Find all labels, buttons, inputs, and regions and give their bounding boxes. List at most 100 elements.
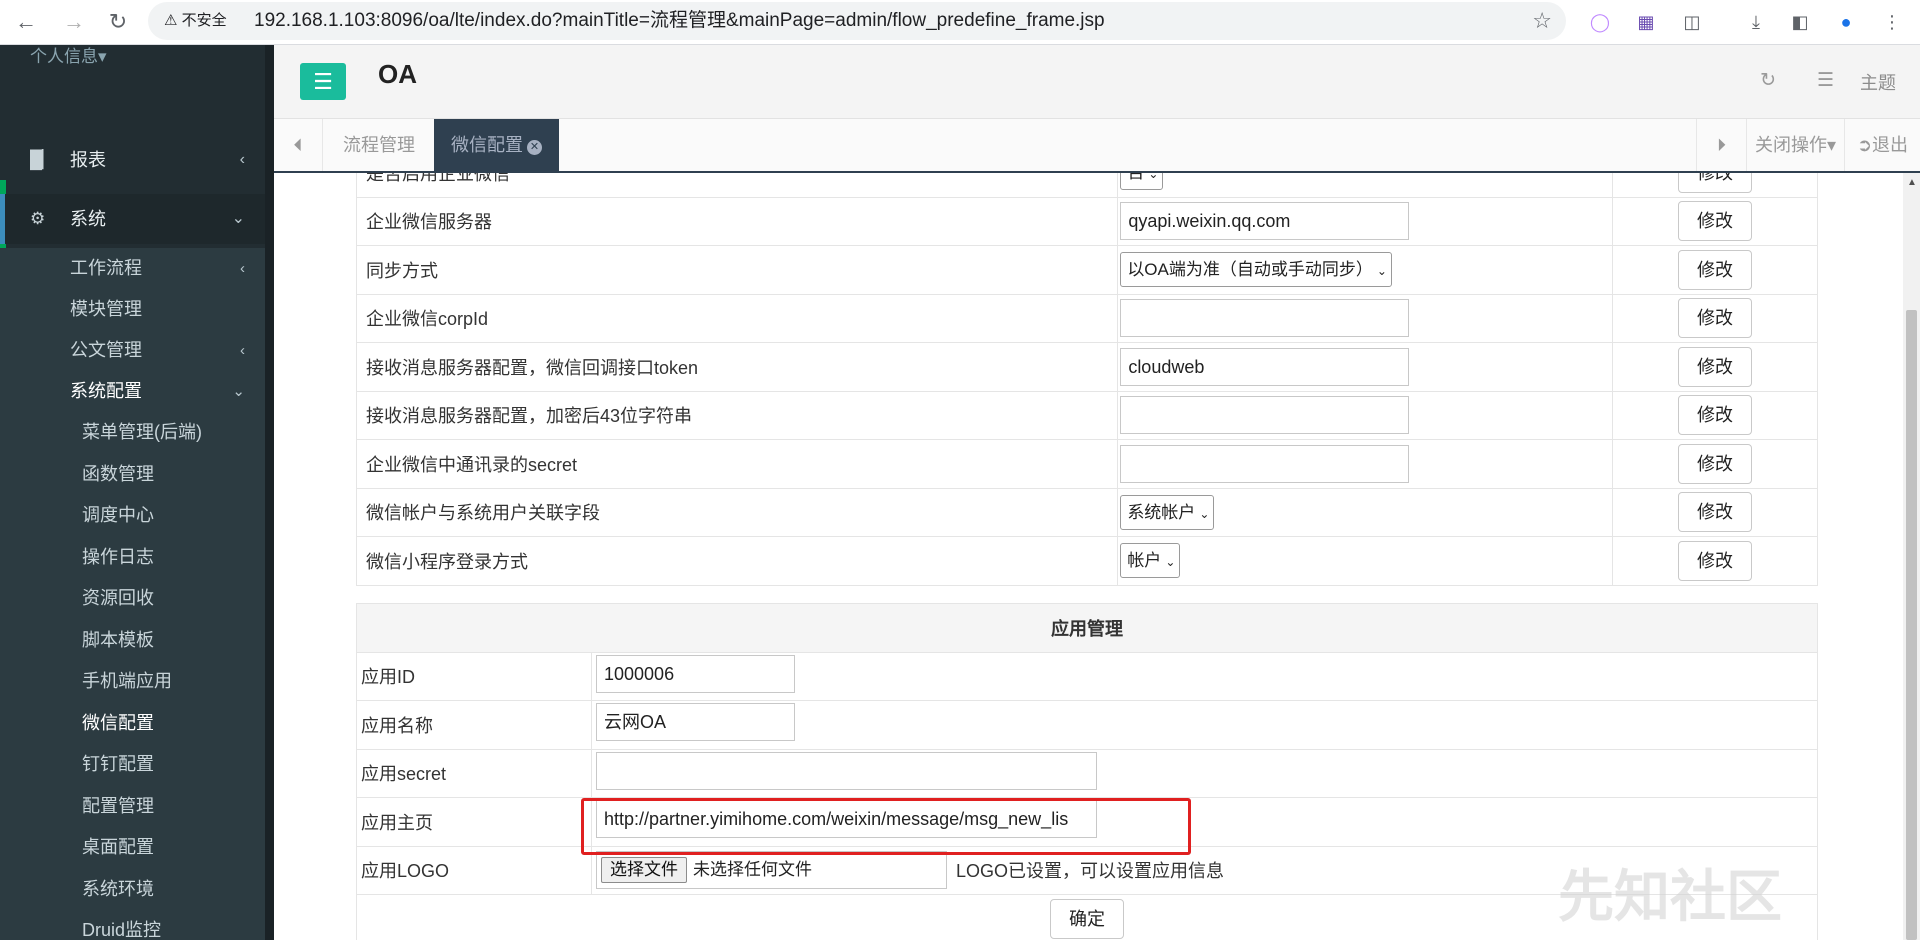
chevron-down-icon: ⌄	[231, 210, 245, 227]
tab-bar: ⏴ 流程管理 微信配置 ✕ ⏵ 关闭操作▾ ➲退出	[274, 119, 1920, 173]
app-name-field[interactable]: 云网OA	[596, 703, 795, 742]
sidebar-item-menu-mgmt[interactable]: 菜单管理(后端)	[0, 412, 265, 454]
refresh-icon[interactable]: ↻	[1760, 69, 1776, 92]
modify-button[interactable]: 修改	[1678, 201, 1753, 242]
sidebar-item-environment[interactable]: 系统环境	[0, 868, 265, 910]
back-icon[interactable]: ←	[10, 6, 42, 38]
choose-file-button[interactable]: 选择文件	[601, 857, 687, 884]
config-value-field[interactable]	[1120, 444, 1410, 483]
sidebar-item-system[interactable]: ⚙ 系统 ⌄	[0, 194, 265, 244]
sidebar: 个人信息▾ █▏ 报表 ‹ ⚙ 系统 ⌄ 工作流程 ‹ 模块管理 公文管理 ‹ 系统…	[0, 45, 274, 940]
watermark: 先知社区	[1558, 865, 1782, 928]
forward-icon[interactable]: →	[58, 6, 90, 38]
browser-menu-icon[interactable]: ⋮	[1876, 6, 1908, 38]
chevron-down-icon: ⌄	[1376, 264, 1387, 279]
side-panel-icon[interactable]: ◧	[1784, 6, 1816, 38]
profile-avatar-icon[interactable]: ●	[1830, 6, 1862, 38]
download-icon[interactable]: ⤓	[1740, 6, 1772, 38]
sidebar-scrollbar[interactable]	[265, 45, 274, 940]
sidebar-item-wechat[interactable]: 微信配置	[0, 702, 265, 744]
scroll-up-icon[interactable]: ▲	[1907, 177, 1917, 188]
tab-scroll-right-icon[interactable]: ⏵	[1696, 119, 1746, 171]
sidebar-item-mobile[interactable]: 手机端应用	[0, 661, 265, 703]
select-value: 帐户	[1127, 551, 1162, 571]
gears-icon: ⚙	[30, 209, 46, 228]
sidebar-item-logs[interactable]: 操作日志	[0, 536, 265, 578]
extensions-puzzle-icon[interactable]: ◫	[1676, 6, 1708, 38]
url-text[interactable]: 192.168.1.103:8096/oa/lte/index.do?mainT…	[254, 2, 1105, 40]
extension-circle-icon[interactable]: ◯	[1584, 6, 1616, 38]
modify-button[interactable]: 修改	[1678, 492, 1753, 533]
extension-app-icon[interactable]: ▦	[1630, 6, 1662, 38]
security-chip[interactable]: ⚠ 不安全	[158, 8, 233, 34]
config-value-field[interactable]	[1120, 299, 1410, 338]
modify-button[interactable]: 修改	[1678, 298, 1753, 339]
select-value: 以OA端为准（自动或手动同步）	[1127, 260, 1373, 280]
modify-button[interactable]: 修改	[1678, 249, 1753, 290]
app-secret-field[interactable]	[596, 751, 1097, 790]
logout-button[interactable]: ➲退出	[1844, 119, 1920, 171]
scrollbar-thumb[interactable]	[1906, 310, 1917, 940]
table-row: 应用secret	[356, 748, 1818, 798]
sidebar-item-reports[interactable]: █▏ 报表 ‹	[0, 135, 265, 185]
list-icon[interactable]: ☰	[1817, 69, 1834, 92]
chevron-down-icon: ⌄	[1199, 506, 1210, 521]
close-icon[interactable]: ✕	[527, 140, 542, 155]
sidebar-item-druid[interactable]: Druid监控	[0, 910, 265, 940]
modify-button[interactable]: 修改	[1678, 395, 1753, 436]
file-status: 未选择任何文件	[693, 860, 812, 880]
select-value: 否	[1127, 173, 1144, 182]
menu-toggle-button[interactable]: ☰	[300, 63, 346, 100]
config-label: 企业微信服务器	[355, 196, 1119, 246]
content-scrollbar[interactable]: ▲	[1903, 173, 1920, 940]
bar-chart-icon: █▏	[30, 150, 56, 169]
tab-scroll-left-icon[interactable]: ⏴	[274, 119, 323, 171]
sidebar-item-scheduler[interactable]: 调度中心	[0, 495, 265, 537]
config-value-field[interactable]: cloudweb	[1120, 347, 1410, 386]
field-label: 应用名称	[356, 700, 592, 750]
chevron-down-icon: ⌄	[232, 383, 245, 400]
sidebar-item-recycle[interactable]: 资源回收	[0, 578, 265, 620]
sidebar-item-desktop[interactable]: 桌面配置	[0, 827, 265, 869]
sidebar-item-scripts[interactable]: 脚本模板	[0, 619, 265, 661]
security-label: 不安全	[181, 12, 227, 29]
sidebar-item-workflow[interactable]: 工作流程 ‹	[0, 248, 265, 289]
config-label: 接收消息服务器配置，加密后43位字符串	[355, 390, 1119, 440]
modify-button[interactable]: 修改	[1678, 173, 1753, 193]
bookmark-star-icon[interactable]: ☆	[1532, 2, 1552, 40]
table-row: 接收消息服务器配置，加密后43位字符串 修改	[355, 390, 1818, 440]
config-label: 是否启用企业微信	[355, 173, 1119, 198]
sidebar-item-documents[interactable]: 公文管理 ‹	[0, 330, 265, 371]
table-row: 应用名称 云网OA	[356, 700, 1818, 750]
sidebar-item-dingtalk[interactable]: 钉钉配置	[0, 744, 265, 786]
sidebar-item-modules[interactable]: 模块管理	[0, 289, 265, 330]
config-value-select[interactable]: 否⌄	[1120, 173, 1164, 191]
tab-wechat-config[interactable]: 微信配置 ✕	[434, 119, 559, 171]
config-value-select[interactable]: 帐户 ⌄	[1120, 543, 1181, 579]
sidebar-user-menu[interactable]: 个人信息▾	[30, 45, 107, 69]
field-label: 应用ID	[356, 651, 592, 701]
config-value-select[interactable]: 系统帐户 ⌄	[1120, 494, 1215, 530]
confirm-button[interactable]: 确定	[1050, 898, 1124, 939]
app-title: OA	[378, 59, 417, 89]
table-row: 应用ID 1000006	[356, 651, 1818, 701]
config-value-select[interactable]: 以OA端为准（自动或手动同步） ⌄	[1120, 252, 1392, 288]
theme-button[interactable]: 主题	[1860, 69, 1896, 95]
field-label: 应用主页	[356, 797, 592, 847]
logo-file-input[interactable]: 选择文件 未选择任何文件	[596, 851, 947, 890]
modify-button[interactable]: 修改	[1678, 443, 1753, 484]
config-value-field[interactable]: qyapi.weixin.qq.com	[1120, 202, 1410, 241]
modify-button[interactable]: 修改	[1678, 346, 1753, 387]
chevron-down-icon: ⌄	[1165, 555, 1176, 570]
reload-icon[interactable]: ↻	[102, 6, 134, 38]
sidebar-item-config-mgmt[interactable]: 配置管理	[0, 785, 265, 827]
tab-flow-management[interactable]: 流程管理	[326, 119, 432, 171]
config-value-field[interactable]	[1120, 396, 1410, 435]
app-id-field[interactable]: 1000006	[596, 654, 795, 693]
sidebar-item-functions[interactable]: 函数管理	[0, 453, 265, 495]
highlight-box	[581, 798, 1191, 855]
close-operations-dropdown[interactable]: 关闭操作▾	[1746, 119, 1844, 171]
modify-button[interactable]: 修改	[1678, 540, 1753, 581]
address-bar[interactable]: ⚠ 不安全 192.168.1.103:8096/oa/lte/index.do…	[148, 2, 1566, 40]
sidebar-item-system-config[interactable]: 系统配置 ⌄	[0, 371, 265, 412]
